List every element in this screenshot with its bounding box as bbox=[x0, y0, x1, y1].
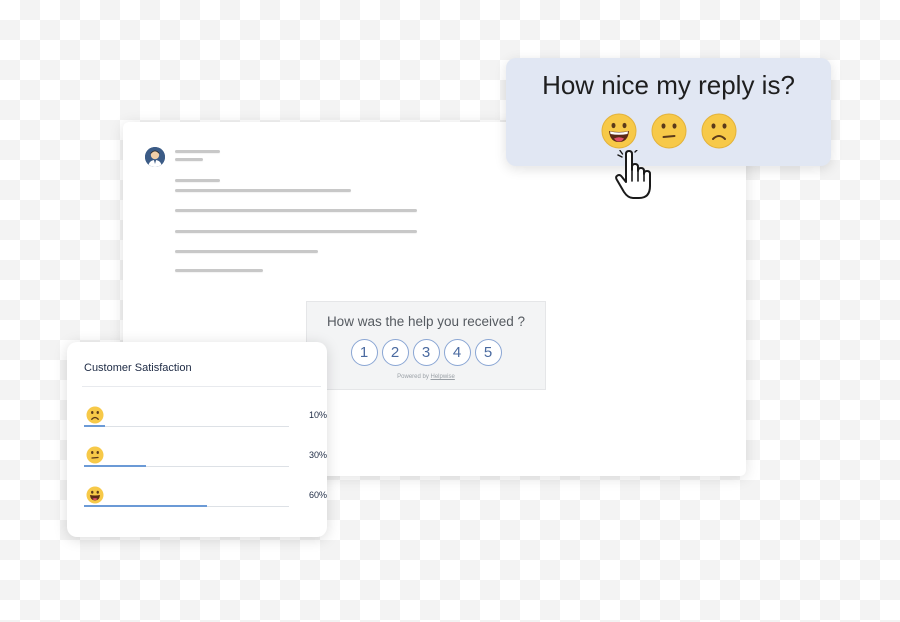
csat-progress-fill bbox=[84, 505, 207, 507]
neutral-face-icon[interactable] bbox=[651, 113, 687, 149]
neutral-face-icon bbox=[86, 446, 104, 464]
customer-satisfaction-card: Customer Satisfaction 10% 30% 60% bbox=[67, 342, 327, 537]
rating-button-5[interactable]: 5 bbox=[474, 339, 502, 366]
csat-percent: 30% bbox=[308, 450, 327, 460]
csat-row-neutral: 30% bbox=[84, 446, 327, 476]
csat-progress-fill bbox=[84, 465, 146, 467]
csat-progress-track bbox=[84, 425, 289, 427]
csat-percent: 10% bbox=[308, 410, 327, 420]
grinning-face-icon bbox=[86, 486, 104, 504]
grinning-face-icon[interactable] bbox=[601, 113, 637, 149]
csat-divider bbox=[82, 386, 321, 387]
rating-question: How was the help you received ? bbox=[326, 314, 526, 329]
rating-options: 1 2 3 4 5 bbox=[307, 339, 545, 366]
reply-face-options bbox=[506, 113, 831, 149]
frowning-face-icon[interactable] bbox=[701, 113, 737, 149]
message-text-line bbox=[175, 189, 351, 192]
message-text-line bbox=[175, 269, 263, 272]
rating-button-3[interactable]: 3 bbox=[412, 339, 440, 366]
message-text-line bbox=[175, 230, 417, 233]
powered-by-label: Powered by bbox=[397, 374, 429, 380]
rating-button-4[interactable]: 4 bbox=[443, 339, 471, 366]
hand-cursor-icon bbox=[615, 150, 651, 199]
csat-progress-track bbox=[84, 465, 289, 467]
rating-button-2[interactable]: 2 bbox=[381, 339, 409, 366]
csat-progress-fill bbox=[84, 425, 105, 427]
csat-row-dissatisfied: 10% bbox=[84, 406, 327, 436]
csat-title: Customer Satisfaction bbox=[84, 362, 192, 374]
rating-button-1[interactable]: 1 bbox=[350, 339, 378, 366]
message-text-line bbox=[175, 179, 220, 182]
sender-meta-line bbox=[175, 158, 203, 161]
csat-row-satisfied: 60% bbox=[84, 486, 327, 516]
powered-by-link[interactable]: Helpwise bbox=[431, 374, 455, 380]
rating-widget: How was the help you received ? 1 2 3 4 … bbox=[306, 301, 546, 390]
csat-percent: 60% bbox=[308, 490, 327, 500]
powered-by-footer: Powered by Helpwise bbox=[307, 374, 545, 380]
message-text-line bbox=[175, 250, 318, 253]
frowning-face-icon bbox=[86, 406, 104, 424]
sender-name-line bbox=[175, 150, 220, 153]
csat-progress-track bbox=[84, 505, 289, 507]
message-text-line bbox=[175, 209, 417, 212]
reply-feedback-tooltip: How nice my reply is? bbox=[506, 58, 831, 166]
avatar bbox=[145, 147, 165, 167]
reply-feedback-question: How nice my reply is? bbox=[542, 70, 795, 100]
